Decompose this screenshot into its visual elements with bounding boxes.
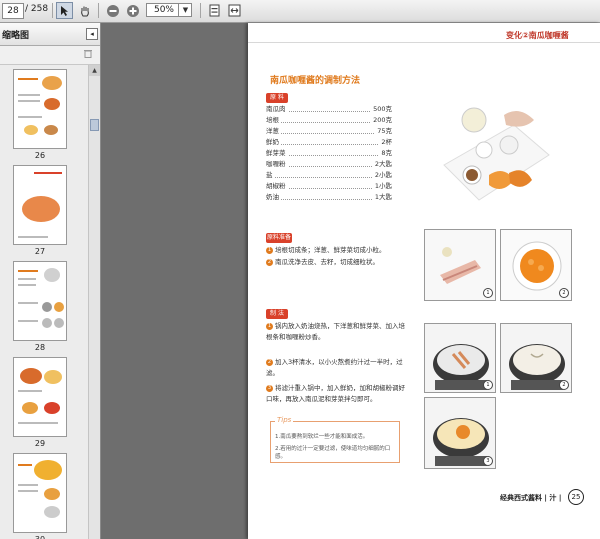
document-page: 变化②南瓜咖喱酱 南瓜咖喱酱的调制方法 原 料 南瓜肉 500克 培根 200克 洋… <box>248 23 600 539</box>
select-arrow-icon[interactable] <box>56 2 73 19</box>
thumbnail-page[interactable] <box>13 261 67 341</box>
prep-photo: 1 <box>424 229 496 301</box>
ingredient-row: 南瓜肉 500克 <box>266 104 392 115</box>
thumbnail-panel-header: 缩略图 ◂ <box>0 23 100 46</box>
prep-step: 2 南瓜洗净去皮、去籽，切成细粒状。 <box>266 258 379 266</box>
scroll-thumb[interactable] <box>90 119 99 131</box>
thumbnail-scrollbar[interactable]: ▲ <box>88 65 100 539</box>
ingredient-row: 咖喱粉 2大匙 <box>266 159 392 170</box>
hand-icon[interactable] <box>76 2 93 19</box>
page-footer: 经典西式酱料 | 汁 | <box>500 494 562 502</box>
prep-step: 1 培根切成条；洋葱、鲜芽菜切成小粒。 <box>266 246 386 254</box>
thumbnail-toolbar <box>0 46 100 65</box>
toolbar-divider <box>200 3 201 18</box>
thumbnail-label: 29 <box>34 439 46 448</box>
step-number-icon: 1 <box>266 247 273 254</box>
thumbnail-panel: 缩略图 ◂ 26 27 28 29 ▲ <box>0 23 101 539</box>
tip-line: 1.南瓜要熬到软烂一些才能和面成活。 <box>275 434 369 440</box>
thumbnail-label: 27 <box>34 247 46 256</box>
photo-number: 2 <box>559 288 569 298</box>
panel-close-icon[interactable]: ◂ <box>86 28 98 40</box>
zoom-in-icon[interactable] <box>124 2 141 19</box>
photo-number: 2 <box>559 380 569 390</box>
tips-label: Tips <box>275 416 294 424</box>
method-step: 2 加入3杯清水，以小火熬煮约汁过一半时，过滤。 <box>266 358 403 377</box>
ingredients-badge: 原 料 <box>266 93 288 103</box>
trash-icon[interactable] <box>84 49 92 61</box>
step-number-icon: 2 <box>266 259 273 266</box>
header-rule <box>248 42 600 43</box>
toolbar: 28 / 258 50% ▼ <box>0 0 600 23</box>
toolbar-divider <box>98 3 99 18</box>
ingredient-row: 鲜芽菜 8克 <box>266 148 392 159</box>
tip-line: 2.若用的过汁一定要过滤，使味道均匀细腻的口感。 <box>275 446 391 460</box>
thumbnail-page[interactable] <box>13 165 67 245</box>
photo-number: 1 <box>483 380 493 390</box>
thumbnail-page[interactable] <box>13 453 67 533</box>
step-number-icon: 1 <box>266 323 273 330</box>
thumbnail-list: 26 27 28 29 <box>0 65 88 539</box>
method-photo: 3 <box>424 397 496 469</box>
ingredient-row: 鲜奶 2杯 <box>266 137 392 148</box>
prep-badge: 原料准备 <box>266 233 292 243</box>
thumbnail-label: 26 <box>34 151 46 160</box>
method-step: 1 锅内放入奶油烧热，下洋葱和鲜芽菜、加入培根条和咖喱粉炒香。 <box>266 322 405 341</box>
recipe-title: 南瓜咖喱酱的调制方法 <box>270 76 361 86</box>
page-number-badge: 25 <box>568 489 584 505</box>
method-photo: 2 <box>500 323 572 393</box>
toolbar-divider <box>52 3 53 18</box>
scroll-up-arrow-icon[interactable]: ▲ <box>89 65 100 76</box>
tips-box: Tips 1.南瓜要熬到软烂一些才能和面成活。 2.若用的过汁一定要过滤，使味道… <box>270 416 400 463</box>
step-number-icon: 2 <box>266 359 273 366</box>
ingredients-photo <box>434 95 554 215</box>
zoom-dropdown-chevron-icon[interactable]: ▼ <box>178 3 192 17</box>
thumbnail-page[interactable] <box>13 69 67 149</box>
fit-width-icon[interactable] <box>226 2 243 19</box>
page-number-input[interactable]: 28 <box>2 3 24 19</box>
ingredient-row: 盐 2小匙 <box>266 170 392 181</box>
step-number-icon: 3 <box>266 385 273 392</box>
ingredient-row: 培根 200克 <box>266 115 392 126</box>
page-header: 变化②南瓜咖喱酱 <box>506 31 569 40</box>
ingredient-row: 胡椒粉 1小匙 <box>266 181 392 192</box>
method-step: 3 将滤汁重入锅中，加入鲜奶，加和胡椒粉调好口味，再放入南瓜泥和芽菜拌匀即可。 <box>266 384 405 403</box>
photo-number: 1 <box>483 288 493 298</box>
ingredient-row: 洋葱 75克 <box>266 126 392 137</box>
method-badge: 制 法 <box>266 309 288 319</box>
fit-page-icon[interactable] <box>206 2 223 19</box>
thumbnail-label: 30 <box>0 535 80 539</box>
zoom-out-icon[interactable] <box>104 2 121 19</box>
thumbnail-label: 28 <box>34 343 46 352</box>
prep-photo: 2 <box>500 229 572 301</box>
ingredient-row: 奶油 1大匙 <box>266 192 392 203</box>
zoom-value: 50% <box>153 5 174 15</box>
page-total: / 258 <box>25 4 49 14</box>
photo-number: 3 <box>483 456 493 466</box>
thumbnail-page[interactable] <box>13 357 67 437</box>
method-photo: 1 <box>424 323 496 393</box>
thumbnail-panel-title: 缩略图 <box>2 31 30 41</box>
